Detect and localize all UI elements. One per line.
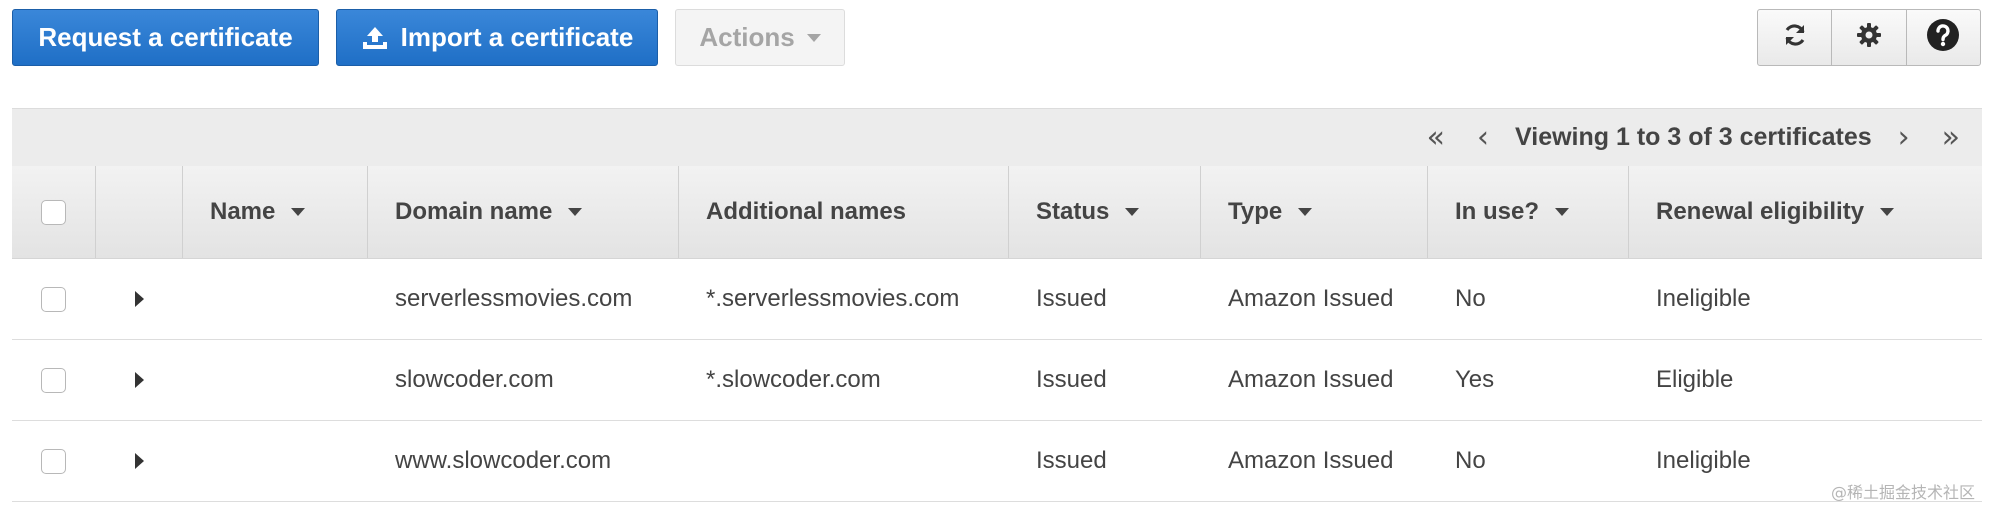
pagination-bar: « ‹ Viewing 1 to 3 of 3 certificates › »	[12, 108, 1982, 166]
table-header: Name Domain name Additional names Status…	[12, 166, 1982, 259]
settings-button[interactable]	[1832, 10, 1907, 65]
column-header-additional-names: Additional names	[679, 166, 1009, 258]
previous-page-button[interactable]: ‹	[1471, 122, 1495, 153]
table-row[interactable]: www.slowcoder.com Issued Amazon Issued N…	[12, 421, 1982, 502]
table-row[interactable]: serverlessmovies.com *.serverlessmovies.…	[12, 259, 1982, 340]
cell-in-use: No	[1455, 447, 1486, 474]
row-expand-cell	[96, 259, 183, 339]
column-header-type-label: Type	[1228, 198, 1283, 225]
actions-dropdown[interactable]: Actions	[675, 9, 845, 66]
row-expand-cell	[96, 340, 183, 420]
certificate-manager-page: Request a certificate Import a certifica…	[0, 0, 1995, 506]
cell-status: Issued	[1036, 447, 1107, 474]
column-header-status-label: Status	[1036, 198, 1110, 225]
row-checkbox[interactable]	[41, 367, 66, 393]
cell-in-use: Yes	[1455, 366, 1495, 393]
sort-caret-icon	[1298, 208, 1313, 216]
column-header-type[interactable]: Type	[1201, 166, 1428, 258]
cell-status: Issued	[1036, 366, 1107, 393]
last-page-button[interactable]: »	[1936, 122, 1966, 153]
sort-caret-icon	[1880, 208, 1895, 216]
select-all-cell	[12, 166, 96, 258]
cell-name	[183, 340, 368, 420]
row-select-cell	[12, 421, 96, 501]
table-row[interactable]: slowcoder.com *.slowcoder.com Issued Ama…	[12, 340, 1982, 421]
expand-caret-icon[interactable]	[135, 372, 144, 388]
cell-domain: www.slowcoder.com	[395, 447, 612, 474]
expand-column-header	[96, 166, 183, 258]
upload-icon	[361, 25, 389, 51]
expand-caret-icon[interactable]	[135, 453, 144, 469]
help-button[interactable]	[1907, 10, 1980, 65]
cell-type: Amazon Issued	[1228, 285, 1394, 312]
certificates-table: « ‹ Viewing 1 to 3 of 3 certificates › »…	[12, 108, 1982, 502]
request-certificate-label: Request a certificate	[38, 22, 293, 52]
cell-additional-names: *.slowcoder.com	[706, 366, 881, 393]
actions-label: Actions	[699, 22, 795, 52]
row-checkbox[interactable]	[41, 448, 66, 474]
cell-additional-names: *.serverlessmovies.com	[706, 285, 960, 312]
row-checkbox[interactable]	[41, 286, 66, 312]
watermark-text: @稀土掘金技术社区	[1831, 483, 1976, 502]
import-certificate-label: Import a certificate	[400, 22, 634, 52]
pagination-status: Viewing 1 to 3 of 3 certificates	[1515, 123, 1872, 151]
import-certificate-button[interactable]: Import a certificate	[336, 9, 658, 66]
column-header-additional-label: Additional names	[706, 198, 907, 225]
cell-name	[183, 259, 368, 339]
column-header-renewal-label: Renewal eligibility	[1656, 198, 1865, 225]
row-select-cell	[12, 259, 96, 339]
refresh-button[interactable]	[1758, 10, 1833, 65]
sort-caret-icon	[291, 208, 306, 216]
column-header-status[interactable]: Status	[1009, 166, 1201, 258]
cell-renewal: Ineligible	[1656, 285, 1751, 312]
column-header-name[interactable]: Name	[183, 166, 368, 258]
column-header-in-use[interactable]: In use?	[1428, 166, 1629, 258]
toolbar: Request a certificate Import a certifica…	[12, 9, 845, 66]
column-header-renewal[interactable]: Renewal eligibility	[1629, 166, 1982, 258]
cell-domain: slowcoder.com	[395, 366, 554, 393]
cell-name	[183, 421, 368, 501]
sort-caret-icon	[568, 208, 583, 216]
column-header-name-label: Name	[210, 198, 276, 225]
cell-type: Amazon Issued	[1228, 366, 1394, 393]
first-page-button[interactable]: «	[1421, 122, 1451, 153]
select-all-checkbox[interactable]	[41, 199, 66, 225]
cell-renewal: Eligible	[1656, 366, 1734, 393]
cell-additional-names	[679, 421, 1009, 501]
column-header-in-use-label: In use?	[1455, 198, 1540, 225]
next-page-button[interactable]: ›	[1892, 122, 1916, 153]
help-icon	[1926, 18, 1960, 57]
refresh-icon	[1781, 21, 1809, 54]
request-certificate-button[interactable]: Request a certificate	[12, 9, 319, 66]
chevron-down-icon	[806, 33, 821, 42]
column-header-domain-label: Domain name	[395, 198, 553, 225]
column-header-domain[interactable]: Domain name	[368, 166, 679, 258]
cell-type: Amazon Issued	[1228, 447, 1394, 474]
cell-status: Issued	[1036, 285, 1107, 312]
cell-in-use: No	[1455, 285, 1486, 312]
row-select-cell	[12, 340, 96, 420]
row-expand-cell	[96, 421, 183, 501]
sort-caret-icon	[1125, 208, 1140, 216]
tool-buttons-group	[1757, 9, 1981, 66]
gear-icon	[1855, 21, 1883, 54]
cell-domain: serverlessmovies.com	[395, 285, 633, 312]
sort-caret-icon	[1555, 208, 1570, 216]
expand-caret-icon[interactable]	[135, 291, 144, 307]
